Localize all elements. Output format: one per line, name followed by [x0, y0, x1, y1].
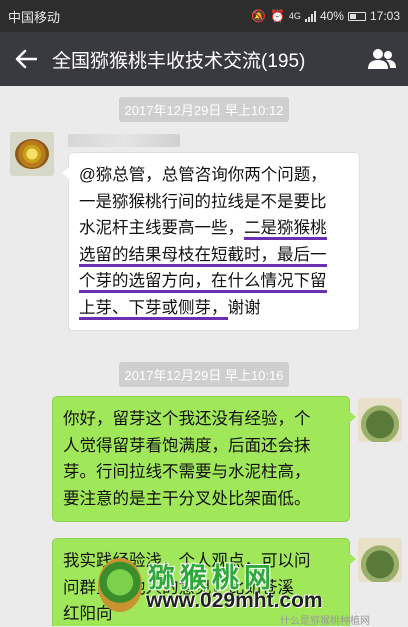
- carrier-name: 中国移动: [8, 9, 61, 25]
- message-text: 水泥杆主线要高一些，: [79, 219, 244, 237]
- message-bubble-incoming[interactable]: @猕总管，总管咨询你两个问题， 一是猕猴桃行间的拉线是不是要比 水泥杆主线要高一些，…: [62, 152, 360, 331]
- signal-icon: [304, 10, 316, 22]
- message-bubble-outgoing[interactable]: 你好，留芽这个我还没有经验，个 人觉得留芽看饱满度，后面还会抹 芽。行间拉线不需要与…: [52, 396, 356, 522]
- site-watermark: 猕猴桃网 www.029mht.com: [98, 556, 398, 616]
- battery-icon: [347, 11, 366, 21]
- group-members-icon[interactable]: [356, 32, 408, 86]
- message-line: 选留的结果母枝在短截时，最后一: [79, 242, 349, 269]
- timestamp-label: 2017年12月29日 早上10:12: [118, 97, 290, 122]
- timestamp-label: 2017年12月29日 早上10:16: [118, 362, 290, 387]
- message-line: 要注意的是主干分叉处比架面低。: [63, 486, 339, 513]
- message-line: @猕总管，总管咨询你两个问题，: [79, 162, 349, 189]
- status-bar: 中国移动 🔕 ⏰ 4G 40% 17:03: [0, 0, 408, 32]
- message-text: 谢谢: [227, 298, 261, 317]
- message-text: 人觉得留芽看饱满度，后面还会抹: [63, 436, 311, 455]
- chat-header: 全国猕猴桃丰收技术交流(195): [0, 32, 408, 86]
- back-arrow-icon[interactable]: [0, 32, 52, 86]
- timestamp-2: 2017年12月29日 早上10:16: [0, 362, 408, 387]
- message-text: 一是猕猴桃行间的拉线是不是要比: [79, 192, 327, 211]
- underlined-text: 上芽、下芽或侧芽，: [79, 298, 228, 320]
- message-line: 水泥杆主线要高一些，二是猕猴桃: [79, 215, 349, 242]
- message-line: 个芽的选留方向，在什么情况下留: [79, 268, 349, 295]
- message-line: 芽。行间拉线不需要与水泥柱高，: [63, 459, 339, 486]
- chat-area[interactable]: 2017年12月29日 早上10:12 @猕总管，总管咨询你两个问题， 一是猕猴桃…: [0, 86, 408, 626]
- message-line: 人觉得留芽看饱满度，后面还会抹: [63, 433, 339, 460]
- message-text: 要注意的是主干分叉处比架面低。: [63, 489, 311, 508]
- message-line: 上芽、下芽或侧芽，谢谢: [79, 295, 349, 322]
- alarm-icon: ⏰: [269, 9, 285, 23]
- group-title: 全国猕猴桃丰收技术交流(195): [52, 50, 306, 72]
- corner-watermark: 什么是猕猴桃种植网: [280, 616, 370, 627]
- status-icons: 🔕 ⏰ 4G 40% 17:03: [251, 9, 400, 23]
- mute-icon: 🔕: [251, 9, 266, 23]
- message-text: 芽。行间拉线不需要与水泥柱高，: [63, 463, 311, 481]
- clock: 17:03: [369, 9, 400, 23]
- timestamp-1: 2017年12月29日 早上10:12: [0, 97, 408, 122]
- avatar-cake[interactable]: [358, 398, 402, 442]
- underlined-text: 个芽的选留方向，在什么情况下留: [79, 272, 327, 293]
- avatar-kiwi[interactable]: [10, 132, 54, 176]
- message-line: 一是猕猴桃行间的拉线是不是要比: [79, 189, 349, 216]
- kiwi-icon: [15, 139, 49, 169]
- message-text: 你好，留芽这个我还没有经验，个: [63, 410, 311, 428]
- network-type: 4G: [288, 11, 301, 21]
- sender-name-blurred: [68, 134, 180, 147]
- message-text: @猕总管，总管咨询你两个问题，: [79, 166, 327, 184]
- watermark-url: www.029mht.com: [146, 589, 323, 612]
- underlined-text: 选留的结果母枝在短截时，最后一: [79, 245, 327, 267]
- kiwi-mascot-logo: [98, 558, 142, 612]
- underlined-text: 二是猕猴桃: [244, 219, 327, 240]
- message-line: 你好，留芽这个我还没有经验，个: [63, 406, 339, 433]
- battery-percent: 40%: [319, 9, 344, 23]
